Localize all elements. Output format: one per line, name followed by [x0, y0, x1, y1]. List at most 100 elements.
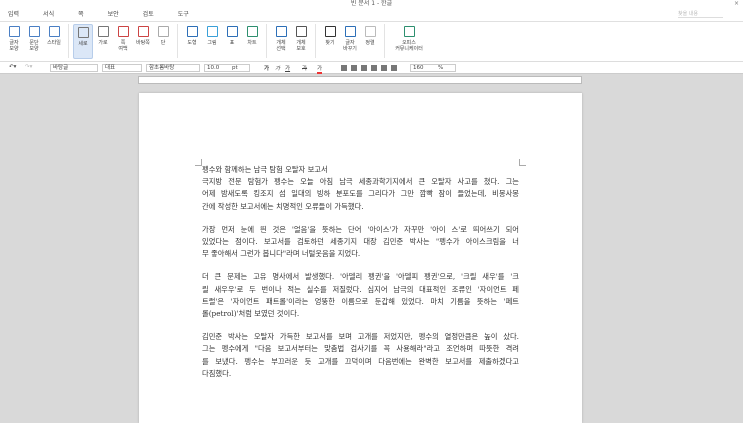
text-line: 다짐했다.	[202, 368, 232, 378]
strike-button[interactable]: 가	[302, 64, 307, 72]
bold-button[interactable]: 가	[264, 64, 269, 72]
menu-item[interactable]: 보안	[108, 9, 119, 18]
ribbon-label: 가로	[98, 40, 108, 46]
ribbon-button[interactable]: 단	[153, 24, 173, 59]
text-line: 그는 펭수에게 "다음 보고서부터는 맞춤법 검사기를 꼭 사용해라"라고 조언…	[202, 344, 519, 354]
title-bar: 빈 문서 1 - 한글 × 입력 서식 쪽 보안 검토 도구 찾을 내용 글자 모양 문단 …	[0, 0, 743, 62]
binoculars-icon	[324, 26, 336, 37]
ribbon-button[interactable]: 차트	[242, 24, 262, 59]
ribbon-label: 그림	[207, 40, 217, 46]
text-line: 어제 밤새도록 킹조지 섬 일대의 빙하 분포도를 그리다가 그만 깜빡 잠이 …	[202, 189, 519, 199]
communicator-icon	[403, 26, 415, 37]
font-size-input[interactable]: 10.0	[204, 64, 250, 72]
style-icon	[48, 26, 60, 37]
replace-icon	[344, 26, 356, 37]
ribbon-button[interactable]: 개체 선택	[271, 24, 291, 59]
portrait-icon	[77, 27, 89, 38]
ribbon-button[interactable]: 글자 모양	[4, 24, 24, 59]
zoom-input[interactable]: 160	[410, 64, 456, 72]
ribbon-label: 개체 보호	[296, 40, 306, 52]
master-page-icon	[137, 26, 149, 37]
ribbon: 글자 모양 문단 모양 스타일 세로 가로 쪽 여백 바탕쪽 단 도형 그림 표 차트 개체 선택 개체 …	[4, 24, 429, 59]
ribbon-button[interactable]: 표	[222, 24, 242, 59]
menu-bar: 입력 서식 쪽 보안 검토 도구	[8, 9, 203, 18]
margin-mark	[195, 159, 202, 166]
text-line: 롤(petrol)'처럼 보였던 것이다.	[202, 309, 300, 318]
text-line: 를 보냈다. 펭수는 부끄러운 듯 고개를 끄덕이며 다음번에는 완벽한 보고서…	[202, 356, 519, 366]
underline-button[interactable]: 가	[285, 64, 290, 72]
text-line: 가장 먼저 눈에 띈 것은 '얼음'을 뜻하는 단어 '아이스'가 자꾸만 '아…	[202, 224, 519, 234]
text-line: 김민준 박사는 오탈자 가득한 보고서를 보며 고개를 저었지만, 펭수의 열정…	[202, 332, 519, 342]
window-title: 빈 문서 1 - 한글	[350, 0, 393, 7]
ribbon-label: 바탕쪽	[136, 40, 150, 46]
ribbon-button[interactable]: 개체 보호	[291, 24, 311, 59]
menu-item[interactable]: 쪽	[78, 9, 84, 18]
format-toolbar: ↶▾ ↷▾ 바탕글 대표 함초롬바탕 10.0 pt 가 가 가 가 가 160…	[0, 62, 743, 74]
redo-icon[interactable]: ↷▾	[25, 64, 32, 70]
ribbon-label: 스타일	[47, 40, 61, 46]
protect-object-icon	[295, 26, 307, 37]
select-object-icon	[275, 26, 287, 37]
ribbon-button[interactable]: 도형	[182, 24, 202, 59]
ribbon-label: 글자 모양	[9, 40, 19, 52]
document-page[interactable]: 펭수와 함께하는 남극 탐험 오탈자 보고서극지방 전문 탐험가 펭수는 오늘 …	[139, 93, 582, 423]
ribbon-button[interactable]: 세로	[73, 24, 93, 59]
text-line: 무 좋아해서 그런가 봅니다"라며 너털웃음을 지었다.	[202, 249, 361, 259]
style-select[interactable]: 바탕글	[50, 64, 98, 72]
ribbon-label: 글자 바꾸기	[343, 40, 357, 52]
undo-icon[interactable]: ↶▾	[9, 64, 16, 70]
ribbon-label: 표	[229, 40, 235, 46]
font-select[interactable]: 함초롬바탕	[146, 64, 200, 72]
ribbon-button[interactable]: 오피스 커뮤니케이터	[389, 24, 429, 59]
table-icon	[226, 26, 238, 37]
italic-button[interactable]: 가	[275, 64, 280, 72]
shape-icon	[186, 26, 198, 37]
text-line: 극지방 전문 탐험가 펭수는 오늘 아침 남극 세종과학기지에서 큰 오탈자 사…	[202, 177, 519, 187]
search-input[interactable]: 찾을 내용	[678, 10, 723, 18]
char-shape-icon	[8, 26, 20, 37]
ribbon-button[interactable]: 정렬	[360, 24, 380, 59]
align-buttons[interactable]	[341, 65, 401, 71]
text-line: 릴 새우우'로 두 번이나 적는 실수를 저질렀다. 심지어 남극의 대표적인 …	[202, 284, 519, 294]
columns-icon	[157, 26, 169, 37]
close-icon[interactable]: ×	[734, 0, 739, 7]
picture-icon	[206, 26, 218, 37]
text-line: 간에 작성한 보고서에는 치명적인 오류들이 가득했다.	[202, 201, 364, 211]
language-select[interactable]: 대표	[102, 64, 142, 72]
ribbon-label: 단	[160, 40, 166, 46]
menu-item[interactable]: 서식	[43, 9, 54, 18]
para-shape-icon	[28, 26, 40, 37]
ruler[interactable]	[138, 76, 582, 84]
ribbon-button[interactable]: 쪽 여백	[113, 24, 133, 59]
menu-item[interactable]: 도구	[178, 9, 189, 18]
ribbon-label: 오피스 커뮤니케이터	[395, 40, 423, 52]
ribbon-label: 쪽 여백	[118, 40, 128, 52]
font-color-button[interactable]: 가	[317, 64, 323, 74]
ribbon-label: 찾기	[325, 40, 335, 46]
margin-mark	[519, 159, 526, 166]
chart-icon	[246, 26, 258, 37]
ribbon-button[interactable]: 바탕쪽	[133, 24, 153, 59]
ribbon-label: 도형	[187, 40, 197, 46]
ribbon-label: 정렬	[365, 40, 375, 46]
sort-icon	[364, 26, 376, 37]
ribbon-button[interactable]: 찾기	[320, 24, 340, 59]
text-line: 펭수와 함께하는 남극 탐험 오탈자 보고서	[202, 165, 328, 174]
ribbon-button[interactable]: 가로	[93, 24, 113, 59]
zoom-unit: %	[438, 65, 444, 71]
ribbon-label: 문단 모양	[29, 40, 39, 52]
font-unit: pt	[232, 65, 238, 71]
ribbon-label: 개체 선택	[276, 40, 286, 52]
text-line: 더 큰 문제는 고유 명사에서 발생했다. '아델리 펭귄'을 '아델피 펭귄'…	[202, 272, 519, 282]
menu-item[interactable]: 검토	[143, 9, 154, 18]
menu-item[interactable]: 입력	[8, 9, 19, 18]
text-line: 트럴'은 '자이언트 패트롤'이라는 엉뚱한 이름으로 둔갑해 있었다. 마치 …	[202, 296, 519, 306]
ribbon-button[interactable]: 글자 바꾸기	[340, 24, 360, 59]
ribbon-button[interactable]: 문단 모양	[24, 24, 44, 59]
ribbon-button[interactable]: 스타일	[44, 24, 64, 59]
ribbon-button[interactable]: 그림	[202, 24, 222, 59]
ribbon-label: 세로	[78, 41, 88, 47]
ribbon-label: 차트	[247, 40, 257, 46]
margin-icon	[117, 26, 129, 37]
text-line: 있었다는 점이다. 보고서를 검토하던 세종기지 대장 김민준 박사는 "펭수가…	[202, 237, 519, 246]
